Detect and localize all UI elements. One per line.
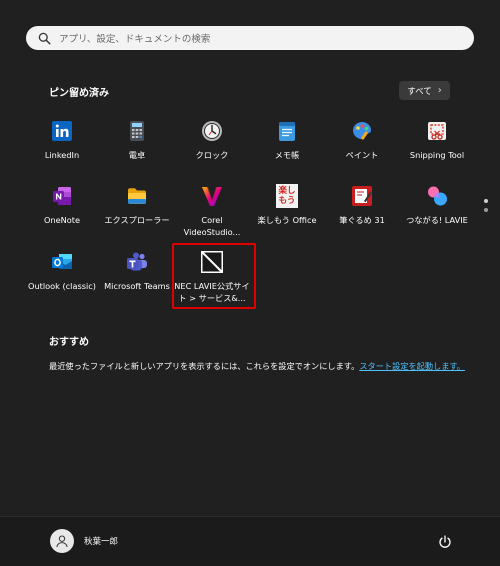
- file-explorer-icon: [125, 184, 149, 208]
- recommended-message: 最近使ったファイルと新しいアプリを表示するには、これらを設定でオンにします。スタ…: [49, 360, 465, 372]
- app-label: Microsoft Teams: [104, 281, 170, 291]
- app-label: Outlook (classic): [28, 281, 96, 291]
- app-label: Corel VideoStudio...: [183, 215, 241, 237]
- start-footer: 秋葉一郎: [0, 516, 500, 566]
- avatar: [50, 529, 74, 553]
- search-box[interactable]: アプリ、設定、ドキュメントの検索: [26, 26, 474, 50]
- app-label: ペイント: [345, 150, 379, 160]
- recommended-section-title: おすすめ: [49, 337, 89, 348]
- app-microsoft-teams[interactable]: Microsoft Teams: [97, 250, 177, 292]
- app-onenote[interactable]: OneNote: [22, 184, 102, 226]
- power-button[interactable]: [437, 534, 453, 550]
- app-calculator[interactable]: 電卓: [97, 119, 177, 161]
- user-icon: [56, 535, 68, 548]
- app-paint[interactable]: ペイント: [322, 119, 402, 161]
- app-linkedin[interactable]: LinkedIn: [22, 119, 102, 161]
- user-name: 秋葉一郎: [84, 537, 119, 547]
- page-dot[interactable]: [484, 199, 488, 203]
- app-label: LinkedIn: [44, 150, 80, 160]
- notepad-icon: [275, 119, 299, 143]
- page-indicator[interactable]: [484, 199, 490, 217]
- app-snipping-tool[interactable]: Snipping Tool: [397, 119, 477, 161]
- app-lavie-connect[interactable]: つながる! LAVIE: [397, 184, 477, 226]
- office-icon-text: 楽し: [278, 186, 296, 196]
- paint-icon: [350, 119, 374, 143]
- snipping-tool-icon: [425, 119, 449, 143]
- recommended-message-text: 最近使ったファイルと新しいアプリを表示するには、これらを設定でオンにします。: [49, 361, 360, 371]
- page-dot[interactable]: [484, 208, 488, 212]
- lavie-connect-icon: [425, 184, 449, 208]
- search-icon: [38, 32, 51, 45]
- all-apps-button[interactable]: すべて ›: [399, 81, 450, 100]
- teams-icon: [125, 250, 149, 274]
- user-account-button[interactable]: 秋葉一郎: [50, 529, 118, 553]
- search-placeholder: アプリ、設定、ドキュメントの検索: [59, 34, 211, 45]
- chevron-right-icon: ›: [437, 85, 442, 96]
- fudegurume-icon: [350, 184, 374, 208]
- app-label: 筆ぐるめ 31: [339, 215, 385, 225]
- calculator-icon: [125, 119, 149, 143]
- app-outlook-classic[interactable]: Outlook (classic): [22, 250, 102, 292]
- office-icon: 楽し もう: [276, 184, 298, 208]
- linkedin-icon: [50, 119, 74, 143]
- app-label: エクスプローラー: [104, 215, 170, 225]
- power-icon: [439, 535, 451, 548]
- pinned-section-title: ピン留め済み: [49, 88, 109, 99]
- outlook-icon: [50, 250, 74, 274]
- start-settings-link[interactable]: スタート設定を起動します。: [359, 361, 465, 371]
- app-file-explorer[interactable]: エクスプローラー: [97, 184, 177, 226]
- app-label: 電卓: [128, 150, 146, 160]
- office-icon-text: もう: [278, 196, 296, 206]
- all-apps-label: すべて: [407, 86, 432, 97]
- corel-videostudio-icon: [200, 184, 224, 208]
- start-menu: アプリ、設定、ドキュメントの検索 ピン留め済み すべて › LinkedIn 電…: [0, 0, 500, 566]
- app-clock[interactable]: クロック: [172, 119, 252, 161]
- app-label: メモ帳: [274, 150, 300, 160]
- app-fudegurume[interactable]: 筆ぐるめ 31: [322, 184, 402, 226]
- app-label: Snipping Tool: [409, 150, 465, 160]
- app-label: OneNote: [43, 215, 81, 225]
- app-notepad[interactable]: メモ帳: [247, 119, 327, 161]
- app-label: 楽しもう Office: [257, 215, 317, 225]
- app-label: つながる! LAVIE: [406, 215, 468, 225]
- selection-highlight: [172, 243, 256, 309]
- onenote-icon: [50, 184, 74, 208]
- clock-icon: [200, 119, 224, 143]
- app-label: クロック: [195, 150, 229, 160]
- app-corel-videostudio[interactable]: Corel VideoStudio...: [172, 184, 252, 238]
- app-office[interactable]: 楽し もう 楽しもう Office: [247, 184, 327, 226]
